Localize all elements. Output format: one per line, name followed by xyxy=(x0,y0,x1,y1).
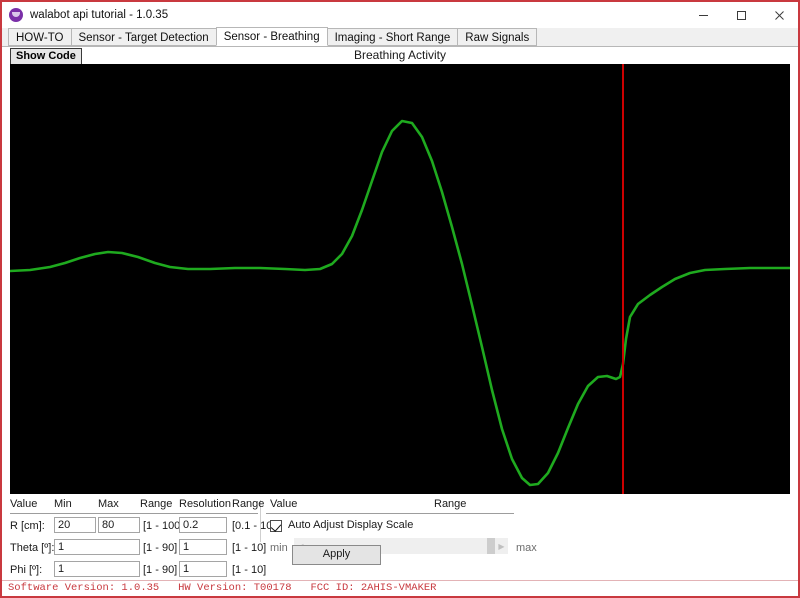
slider-min-label: min xyxy=(270,542,288,554)
header-min: Min xyxy=(54,498,72,510)
header-range: Range xyxy=(140,498,173,510)
arena-row-r: R [cm]: [1 - 1000] [0.1 - 10] xyxy=(10,517,275,536)
theta-res-range-label: [1 - 10] xyxy=(232,542,267,554)
phi-min-input[interactable] xyxy=(54,561,140,577)
chart-title: Breathing Activity xyxy=(353,48,447,62)
close-button[interactable] xyxy=(760,2,798,28)
phi-resolution-input[interactable] xyxy=(179,561,227,577)
theta-min-input[interactable] xyxy=(54,539,140,555)
theta-resolution-input[interactable] xyxy=(179,539,227,555)
header-max: Max xyxy=(98,498,119,510)
header-value-right: Value xyxy=(270,498,298,510)
title-bar: walabot api tutorial - 1.0.35 xyxy=(2,2,798,28)
plot-canvas xyxy=(10,64,790,494)
controls-panel: Value Min Max Range Resolution Range R [… xyxy=(2,498,798,580)
tab-sensor-target-detection[interactable]: Sensor - Target Detection xyxy=(70,28,217,46)
toolbar-row: Show Code Breathing Activity xyxy=(2,47,798,65)
arena-row-phi: Phi [º]: [1 - 90] [1 - 10] xyxy=(10,561,266,580)
header-value: Value xyxy=(10,498,38,510)
header-rule xyxy=(10,513,258,514)
phi-res-range-label: [1 - 10] xyxy=(232,564,267,576)
r-min-input[interactable] xyxy=(54,517,96,533)
phi-range-label: [1 - 90] xyxy=(143,564,178,576)
minimize-button[interactable] xyxy=(684,2,722,28)
auto-adjust-checkbox[interactable] xyxy=(270,520,282,532)
auto-adjust-row[interactable]: Auto Adjust Display Scale xyxy=(266,517,696,537)
window-title: walabot api tutorial - 1.0.35 xyxy=(30,9,169,21)
slider-thumb[interactable] xyxy=(487,538,495,554)
header-resolution: Resolution xyxy=(179,498,231,510)
arena-settings-header: Value Min Max Range Resolution Range xyxy=(10,498,264,514)
tab-imaging-short-range[interactable]: Imaging - Short Range xyxy=(326,28,459,46)
display-scale-panel: Value Range Auto Adjust Display Scale mi… xyxy=(266,498,696,565)
r-max-input[interactable] xyxy=(98,517,140,533)
r-resolution-input[interactable] xyxy=(179,517,227,533)
apply-button[interactable]: Apply xyxy=(292,545,381,565)
header-res-range: Range xyxy=(232,498,265,510)
application-window: walabot api tutorial - 1.0.35 HOW-TO Sen… xyxy=(0,0,800,598)
slider-right-arrow-icon[interactable]: ▶ xyxy=(495,538,508,554)
breathing-activity-plot xyxy=(10,64,790,494)
tab-sensor-breathing[interactable]: Sensor - Breathing xyxy=(215,27,328,46)
header-range-right: Range xyxy=(434,498,467,510)
window-controls xyxy=(684,2,798,28)
auto-adjust-label: Auto Adjust Display Scale xyxy=(288,519,414,531)
arena-settings-panel: Value Min Max Range Resolution Range R [… xyxy=(10,498,275,580)
row-label-r: R [cm]: xyxy=(10,520,45,532)
tab-how-to[interactable]: HOW-TO xyxy=(8,28,72,46)
maximize-button[interactable] xyxy=(722,2,760,28)
row-label-phi: Phi [º]: xyxy=(10,564,43,576)
arena-row-theta: Theta [º]: [1 - 90] [1 - 10] xyxy=(10,539,266,558)
walabot-logo-icon xyxy=(9,8,23,22)
tab-raw-signals[interactable]: Raw Signals xyxy=(457,28,538,46)
display-scale-header: Value Range xyxy=(266,498,696,514)
theta-range-label: [1 - 90] xyxy=(143,542,178,554)
status-bar: Software Version: 1.0.35 HW Version: T00… xyxy=(2,580,798,596)
slider-max-label: max xyxy=(516,542,537,554)
tab-strip: HOW-TO Sensor - Target Detection Sensor … xyxy=(2,27,798,47)
row-label-theta: Theta [º]: xyxy=(10,542,55,554)
header-rule-right xyxy=(266,513,514,514)
